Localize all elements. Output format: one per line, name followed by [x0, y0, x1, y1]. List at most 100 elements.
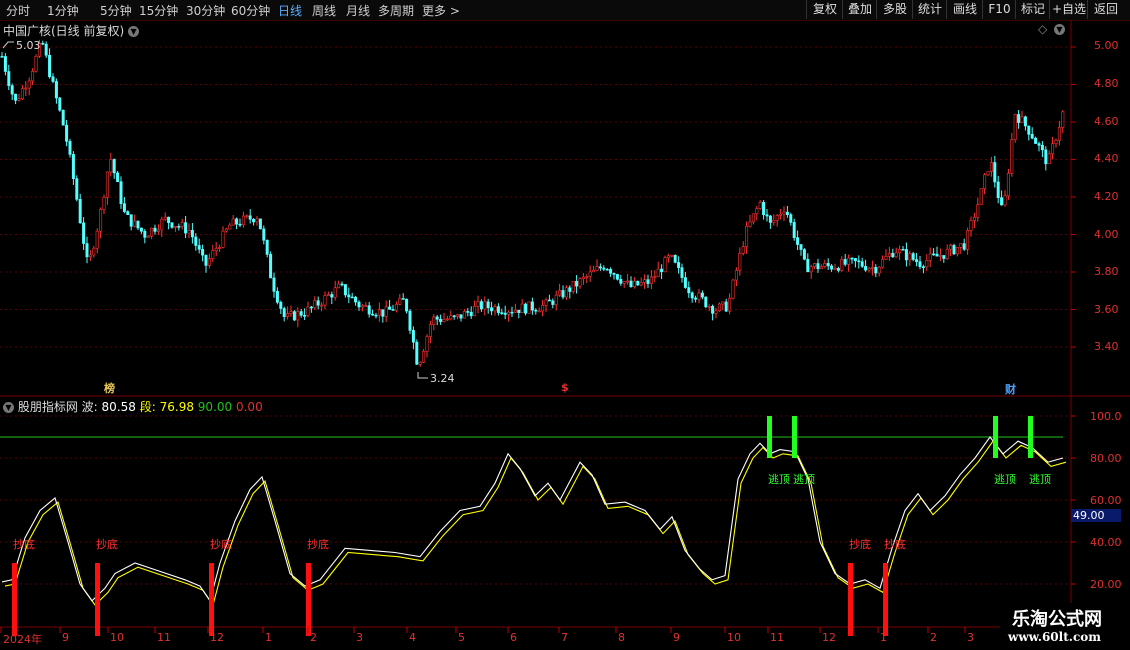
candle-body [510, 311, 514, 314]
candle-body [755, 208, 759, 215]
candle-body [551, 300, 555, 305]
candle-body [711, 305, 715, 314]
marker-dollar[interactable]: $ [561, 381, 569, 394]
candle-body [1061, 111, 1065, 128]
candle-body [309, 306, 313, 309]
marker-finance[interactable]: 财 [1005, 381, 1016, 397]
sell-signal-bar [792, 416, 797, 458]
candle-body [881, 259, 885, 268]
price-axis-label: 3.40 [1094, 340, 1119, 353]
current-value-tag: 49.00 [1071, 509, 1121, 522]
candle-body [109, 159, 113, 173]
candle-body [10, 85, 14, 95]
candle-body [564, 287, 568, 298]
candle-body [156, 229, 160, 232]
candle-body [636, 280, 640, 286]
candle-body [792, 222, 796, 238]
time-label: 6 [510, 631, 517, 644]
candle-body [809, 266, 813, 273]
candle-body [357, 301, 361, 308]
candle-body [983, 174, 987, 189]
candle-body [299, 311, 303, 316]
candle-body [3, 56, 7, 72]
candle-body [153, 227, 157, 232]
candle-body [721, 301, 725, 305]
candle-body [88, 254, 92, 258]
candle-body [248, 215, 252, 220]
buy-label: 抄底 [884, 538, 906, 551]
sell-label: 逃顶 [1029, 473, 1051, 486]
candle-body [496, 306, 500, 313]
candle-body [955, 247, 959, 255]
candle-body [367, 305, 371, 315]
candle-body [520, 303, 524, 313]
low-price-label: 3.24 [430, 372, 455, 385]
chart-canvas [0, 20, 1130, 636]
candle-body [160, 218, 164, 231]
candle-body [874, 267, 878, 274]
time-label: 11 [770, 631, 784, 644]
candle-body [663, 257, 667, 273]
candle-body [554, 294, 558, 305]
candle-body [95, 230, 99, 249]
candle-body [439, 318, 443, 322]
candle-body [371, 313, 375, 316]
candle-body [326, 294, 330, 296]
candle-body [316, 300, 320, 306]
price-axis-label: 4.80 [1094, 77, 1119, 90]
candle-body [1023, 116, 1027, 127]
candle-body [119, 181, 123, 204]
candle-body [768, 215, 772, 223]
candle-body [989, 162, 993, 172]
time-label: 2 [930, 631, 937, 644]
candle-body [31, 71, 35, 82]
candle-body [313, 300, 317, 308]
candle-body [670, 255, 674, 257]
buy-label: 抄底 [849, 538, 871, 551]
candle-body [979, 188, 983, 205]
candle-body [898, 248, 902, 254]
candle-body [214, 248, 218, 251]
candle-body [765, 214, 769, 217]
candle-body [405, 298, 409, 312]
chevron-down-icon[interactable]: ▼ [3, 402, 14, 413]
price-axis-label: 4.20 [1094, 190, 1119, 203]
candle-body [578, 278, 582, 287]
candle-body [445, 318, 449, 321]
seg-value: 76.98 [159, 400, 194, 414]
candle-body [785, 211, 789, 215]
candle-body [588, 271, 592, 277]
candle-body [99, 209, 103, 232]
candle-body [435, 316, 439, 320]
candle-body [949, 245, 953, 250]
marker-bang[interactable]: 榜 [104, 380, 115, 396]
time-label: 3 [356, 631, 363, 644]
candle-body [952, 245, 956, 255]
candle-body [493, 306, 497, 312]
candle-body [279, 301, 283, 309]
candle-body [571, 281, 575, 292]
candle-body [275, 291, 279, 303]
candle-body [707, 305, 711, 308]
candle-body [748, 221, 752, 227]
candle-body [908, 253, 912, 261]
candle-body [384, 306, 388, 317]
candle-body [915, 259, 919, 262]
candle-body [65, 124, 69, 142]
time-label: 8 [618, 631, 625, 644]
candle-body [224, 228, 228, 232]
candle-body [656, 268, 660, 277]
candle-body [333, 287, 337, 298]
candle-body [184, 222, 188, 234]
time-label: 9 [62, 631, 69, 644]
candle-body [598, 266, 602, 269]
candle-body [1040, 145, 1044, 151]
candle-body [1010, 139, 1014, 174]
high-pointer [2, 41, 14, 49]
candle-body [561, 290, 565, 298]
candle-body [347, 294, 351, 298]
candle-body [901, 248, 905, 251]
candle-body [826, 263, 830, 267]
candle-body [622, 281, 626, 284]
indicator-header: ▼ 股朋指标网 波: 80.58 段: 76.98 90.00 0.00 [3, 398, 263, 415]
